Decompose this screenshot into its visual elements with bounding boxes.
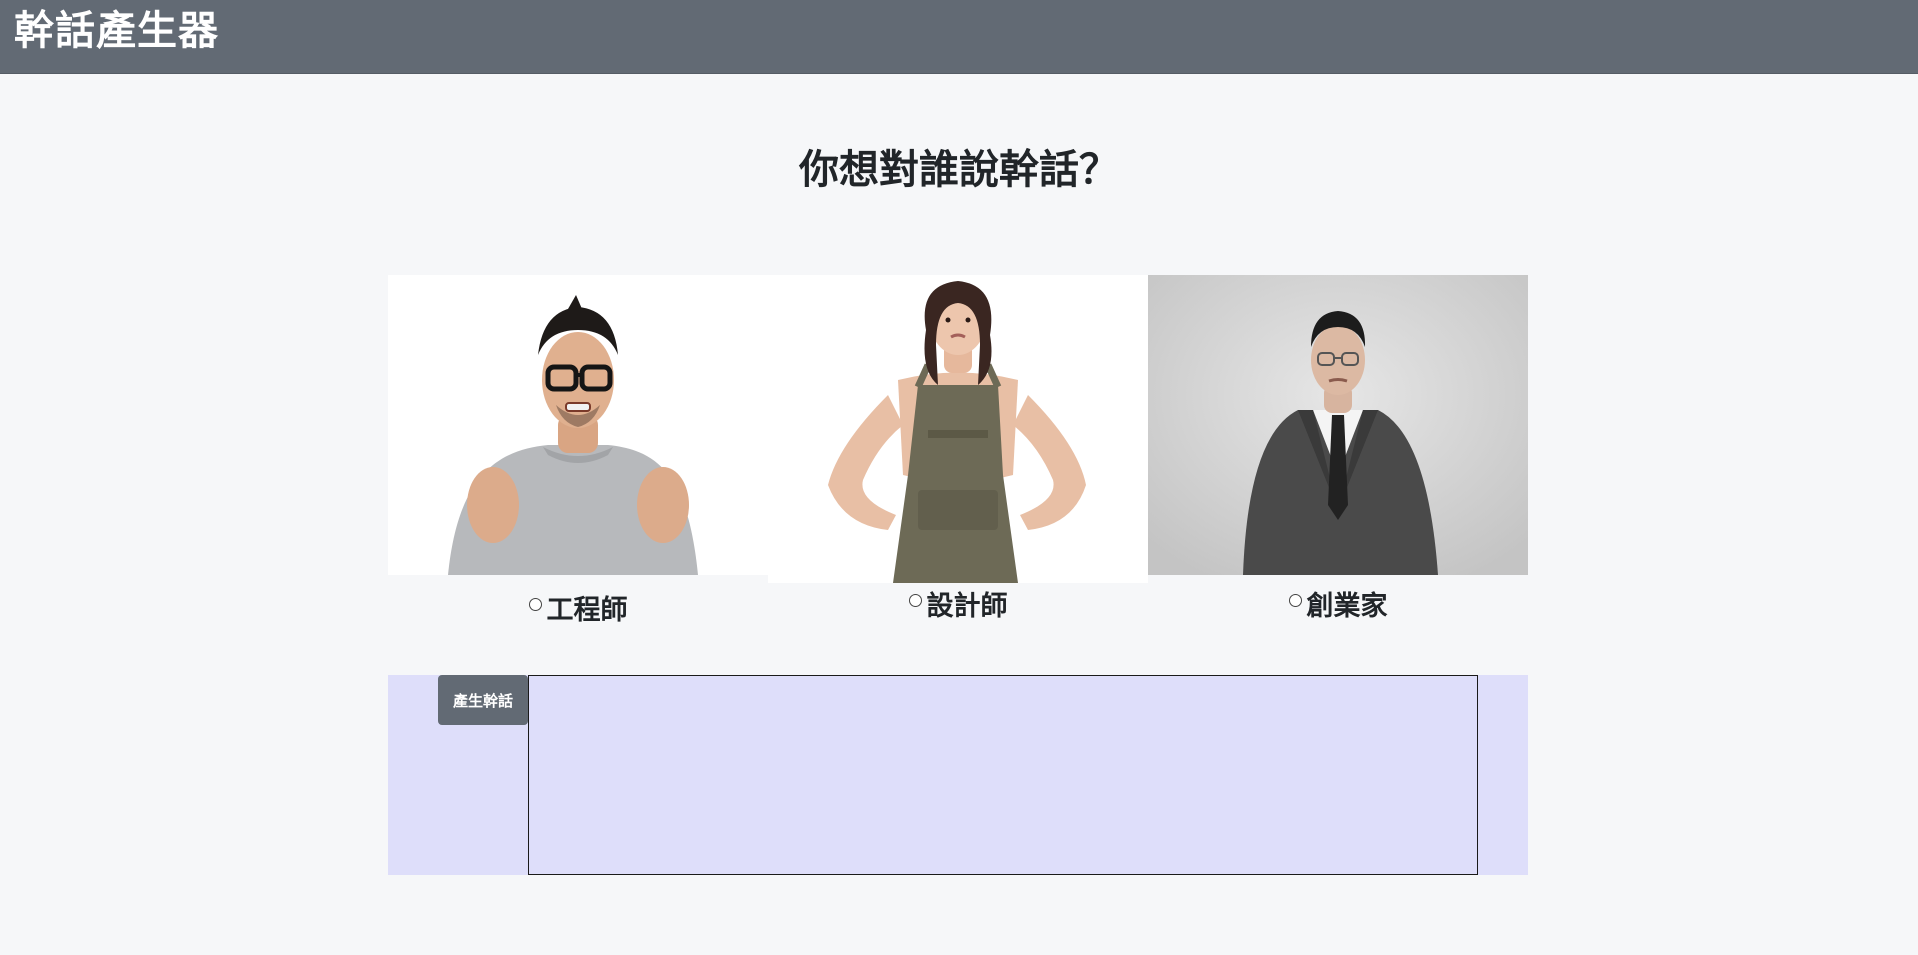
- brand-title[interactable]: 幹話產生器: [14, 6, 219, 56]
- engineer-label[interactable]: 工程師: [547, 595, 628, 626]
- generator-panel: 產生幹話: [388, 675, 1528, 875]
- engineer-photo[interactable]: [388, 275, 768, 575]
- designer-label[interactable]: 設計師: [927, 591, 1008, 622]
- navbar: 幹話產生器: [0, 0, 1918, 74]
- role-cards: 工程師 設計師 創業家: [388, 275, 1528, 635]
- entrepreneur-radio[interactable]: [1288, 594, 1302, 607]
- generate-button[interactable]: 產生幹話: [438, 675, 528, 725]
- role-option-engineer[interactable]: 工程師: [388, 593, 768, 629]
- entrepreneur-label[interactable]: 創業家: [1307, 591, 1388, 622]
- role-option-entrepreneur[interactable]: 創業家: [1148, 589, 1528, 625]
- engineer-radio[interactable]: [528, 598, 542, 611]
- page-question: 你想對誰說幹話？: [799, 147, 1119, 193]
- entrepreneur-photo[interactable]: [1148, 275, 1528, 575]
- role-option-designer[interactable]: 設計師: [768, 589, 1148, 625]
- result-textarea[interactable]: [528, 675, 1478, 875]
- designer-radio[interactable]: [908, 594, 922, 607]
- designer-photo[interactable]: [768, 275, 1148, 583]
